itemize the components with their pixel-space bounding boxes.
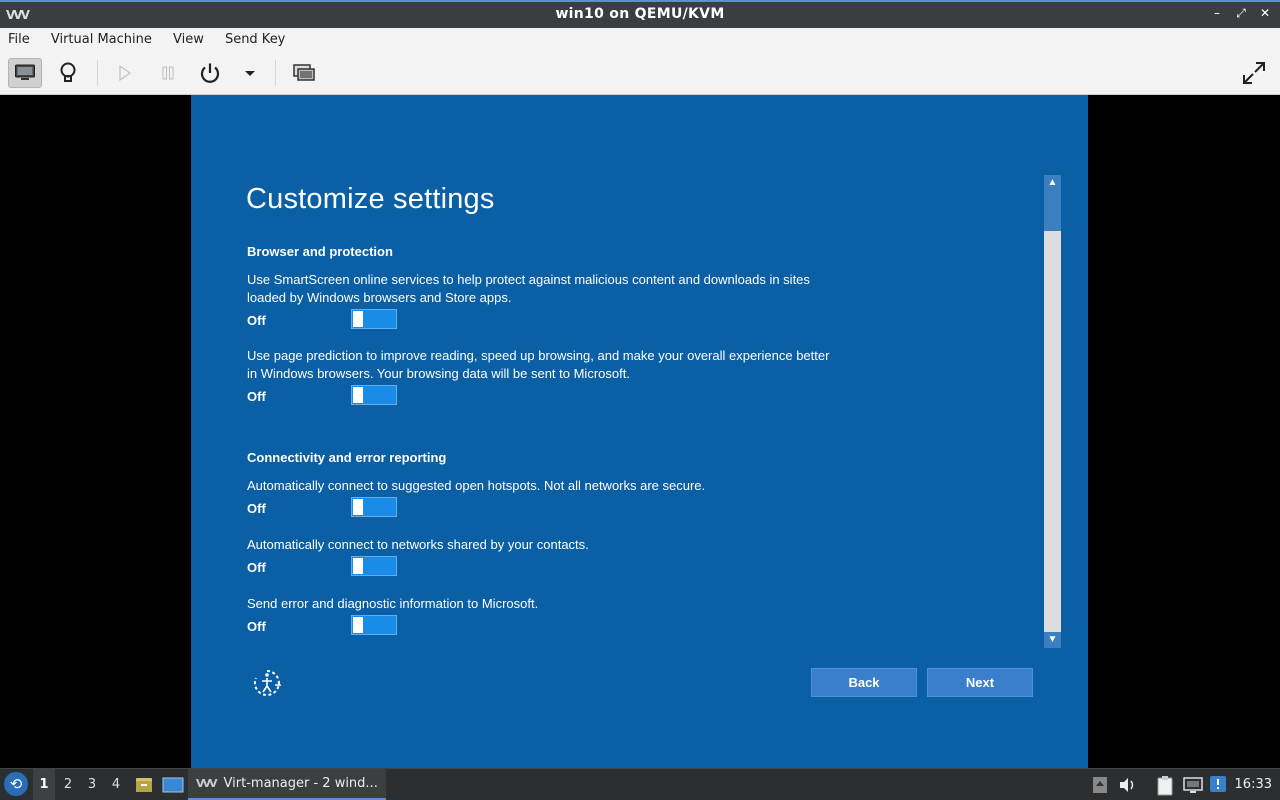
close-button[interactable]: ✕	[1258, 6, 1272, 21]
power-menu-dropdown-icon	[245, 71, 255, 76]
pause-icon	[162, 66, 174, 80]
page-title: Customize settings	[246, 183, 495, 215]
setting-smartscreen-state: Off	[247, 313, 266, 328]
taskbar-item-virt-manager[interactable]: VVV Virt-manager - 2 wind...	[188, 769, 386, 800]
run-button[interactable]	[107, 58, 141, 88]
toolbar-separator	[97, 60, 98, 86]
menu-file[interactable]: File	[0, 28, 38, 47]
setting-hotspots-toggle[interactable]	[351, 497, 397, 517]
tray-up-arrow-icon[interactable]	[1092, 775, 1108, 795]
file-manager-launcher-icon[interactable]	[134, 775, 154, 795]
toggle-knob	[353, 558, 363, 574]
maximize-button[interactable]: ⤢	[1234, 6, 1248, 21]
console-monitor-icon	[15, 64, 35, 80]
network-icon[interactable]	[1182, 775, 1204, 795]
fullscreen-icon	[1243, 62, 1265, 84]
setting-diagnostics-toggle[interactable]	[351, 615, 397, 635]
windows-oobe-screen: Customize settings Browser and protectio…	[191, 95, 1088, 768]
setting-smartscreen-description: Use SmartScreen online services to help …	[247, 272, 810, 305]
workspace-4[interactable]: 4	[105, 769, 127, 800]
setting-contacts-networks-description: Automatically connect to networks shared…	[247, 537, 589, 552]
minimize-button[interactable]: –	[1210, 6, 1224, 21]
window-title: win10 on QEMU/KVM	[555, 6, 725, 22]
toggle-knob	[353, 617, 363, 633]
setting-hotspots-description: Automatically connect to suggested open …	[247, 478, 706, 493]
shutdown-menu-button[interactable]	[233, 58, 267, 88]
menu-bar: File Virtual Machine View Send Key	[0, 28, 1280, 52]
virt-manager-app-icon: VVV	[196, 777, 218, 790]
next-button[interactable]: Next	[927, 668, 1033, 697]
setting-contacts-networks-state: Off	[247, 560, 266, 575]
scrollbar-thumb[interactable]	[1044, 191, 1061, 231]
toggle-knob	[353, 499, 363, 515]
shutdown-button[interactable]	[193, 58, 227, 88]
vm-display[interactable]: Customize settings Browser and protectio…	[0, 95, 1280, 768]
workspace-3[interactable]: 3	[81, 769, 103, 800]
setting-page-prediction-state: Off	[247, 389, 266, 404]
taskbar-item-label: Virt-manager - 2 wind...	[223, 776, 378, 791]
ease-of-access-icon[interactable]	[251, 667, 283, 699]
settings-scrollbar[interactable]: ▲ ▼	[1044, 175, 1061, 648]
workspace-2[interactable]: 2	[57, 769, 79, 800]
setting-hotspots-state: Off	[247, 501, 266, 516]
section-title-browser-protection: Browser and protection	[247, 244, 393, 259]
scroll-up-icon[interactable]: ▲	[1044, 175, 1061, 191]
clock[interactable]: 16:33	[1235, 769, 1272, 800]
start-menu-icon[interactable]: ⟲	[4, 772, 28, 796]
workspace-1[interactable]: 1	[33, 769, 55, 800]
section-title-connectivity: Connectivity and error reporting	[247, 450, 447, 465]
toggle-knob	[353, 311, 363, 327]
toolbar-separator	[275, 60, 276, 86]
setting-page-prediction-description: Use page prediction to improve reading, …	[247, 348, 830, 381]
menu-send-key[interactable]: Send Key	[217, 28, 293, 47]
fullscreen-button[interactable]	[1237, 58, 1271, 88]
pause-button[interactable]	[151, 58, 185, 88]
snapshots-button[interactable]	[287, 58, 321, 88]
console-button[interactable]	[8, 58, 42, 88]
setting-contacts-networks-toggle[interactable]	[351, 556, 397, 576]
snapshots-icon	[293, 64, 315, 81]
notification-icon[interactable]	[1209, 775, 1227, 793]
setting-smartscreen-toggle[interactable]	[351, 309, 397, 329]
menu-virtual-machine[interactable]: Virtual Machine	[43, 28, 160, 47]
menu-view[interactable]: View	[165, 28, 212, 47]
back-button[interactable]: Back	[811, 668, 917, 697]
setting-diagnostics-description: Send error and diagnostic information to…	[247, 596, 539, 611]
taskbar: ⟲ 1 2 3 4 VVV Virt-manager - 2 wind... 16…	[0, 768, 1280, 800]
toolbar	[0, 52, 1280, 95]
clipboard-icon[interactable]	[1155, 775, 1175, 797]
window-titlebar: VVV win10 on QEMU/KVM – ⤢ ✕	[0, 0, 1280, 28]
toggle-knob	[353, 387, 363, 403]
details-lightbulb-icon	[60, 62, 76, 82]
power-icon	[200, 63, 220, 83]
setting-diagnostics-state: Off	[247, 619, 266, 634]
show-desktop-icon[interactable]	[162, 775, 184, 795]
window-controls: – ⤢ ✕	[1210, 6, 1272, 21]
setting-page-prediction-toggle[interactable]	[351, 385, 397, 405]
run-play-icon	[119, 64, 132, 82]
details-button[interactable]	[51, 58, 85, 88]
volume-icon[interactable]	[1118, 775, 1138, 795]
scroll-down-icon[interactable]: ▼	[1044, 632, 1061, 648]
